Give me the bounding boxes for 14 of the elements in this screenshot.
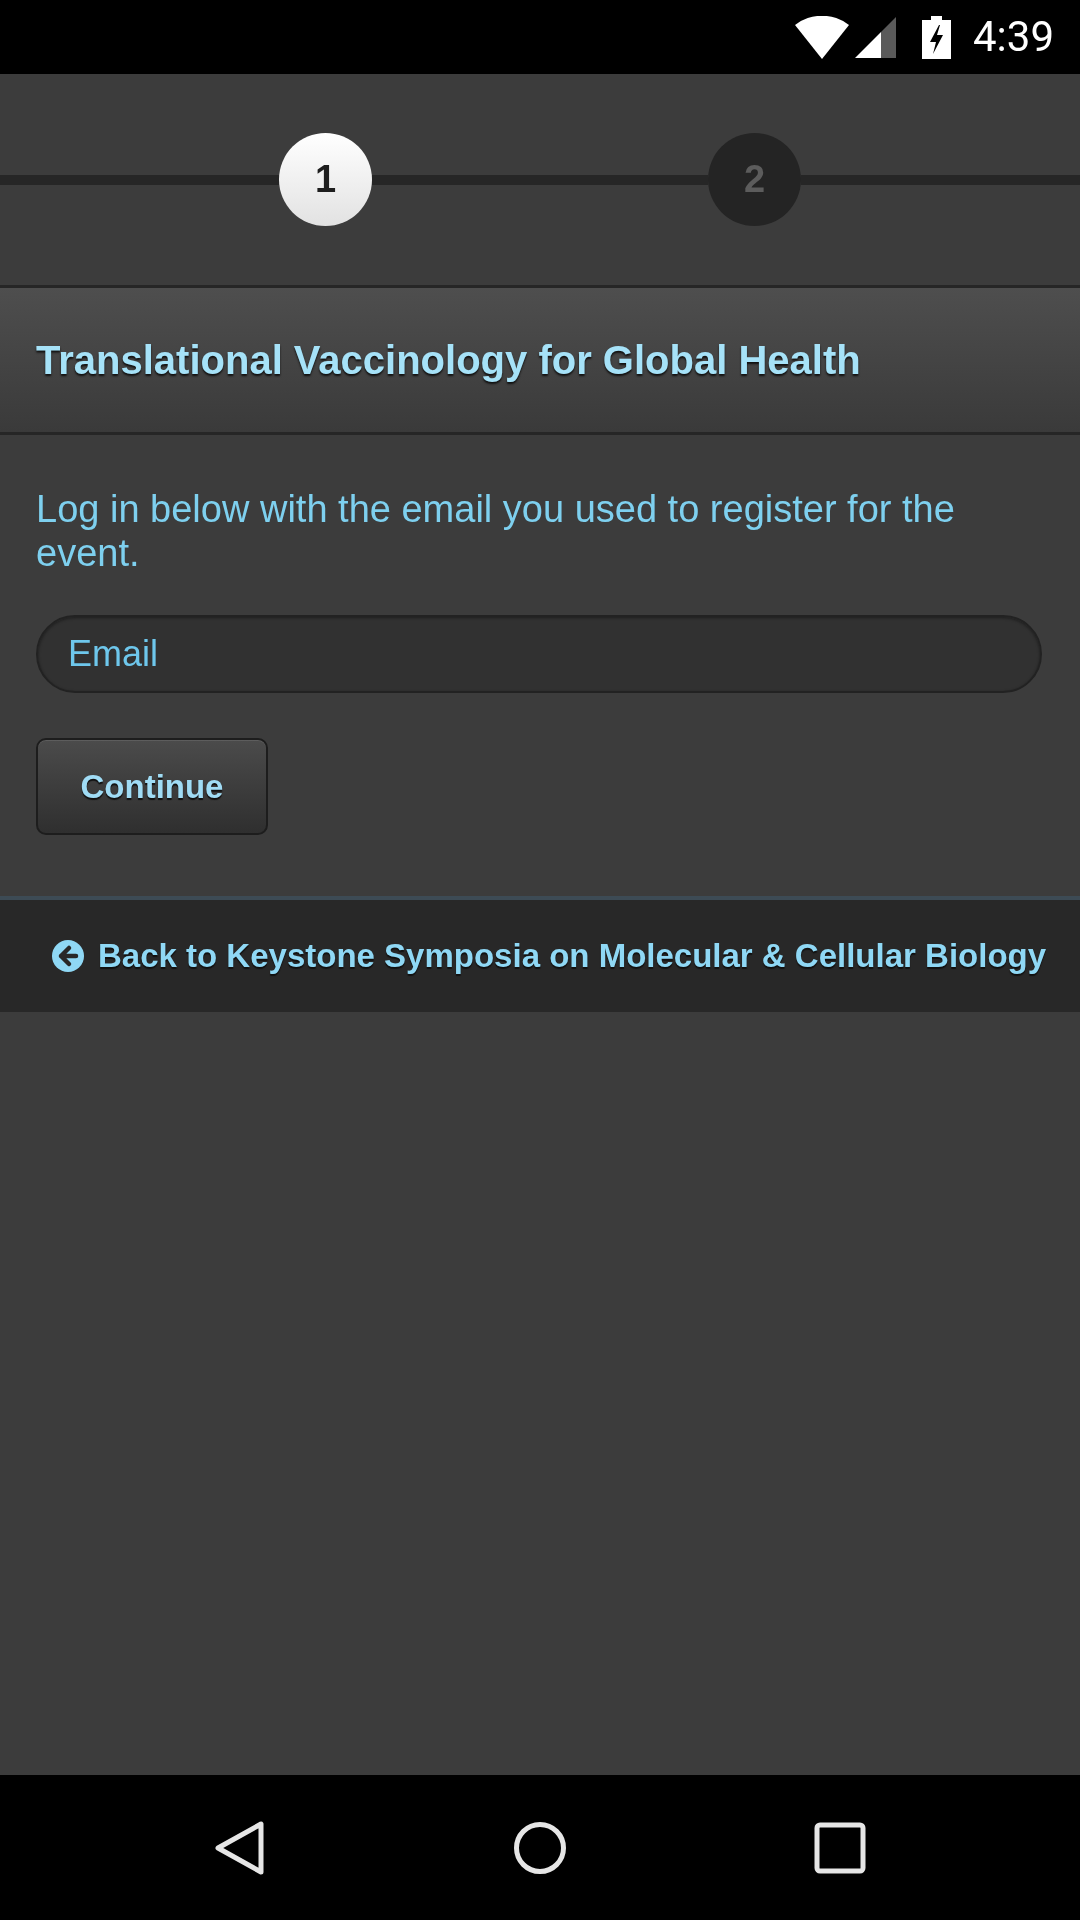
back-link[interactable]: Back to Keystone Symposia on Molecular & Cellular Biology (98, 937, 1047, 975)
battery-charging-icon (922, 15, 951, 59)
signal-icon (855, 16, 896, 58)
recents-square-icon[interactable] (814, 1820, 866, 1875)
email-field[interactable]: Email (36, 615, 1042, 693)
continue-button[interactable]: Continue (36, 738, 268, 835)
step-indicator: 1 (279, 133, 372, 226)
wifi-icon (795, 15, 849, 59)
step-indicator: 2 (708, 133, 801, 226)
home-circle-icon[interactable] (514, 1820, 566, 1875)
back-triangle-icon[interactable] (214, 1820, 266, 1875)
login-instructions: Log in below with the email you used to register for the event. (36, 487, 956, 575)
event-title: Translational Vaccinology for Global Health (36, 337, 861, 384)
status-time: 4:39 (973, 16, 1054, 58)
